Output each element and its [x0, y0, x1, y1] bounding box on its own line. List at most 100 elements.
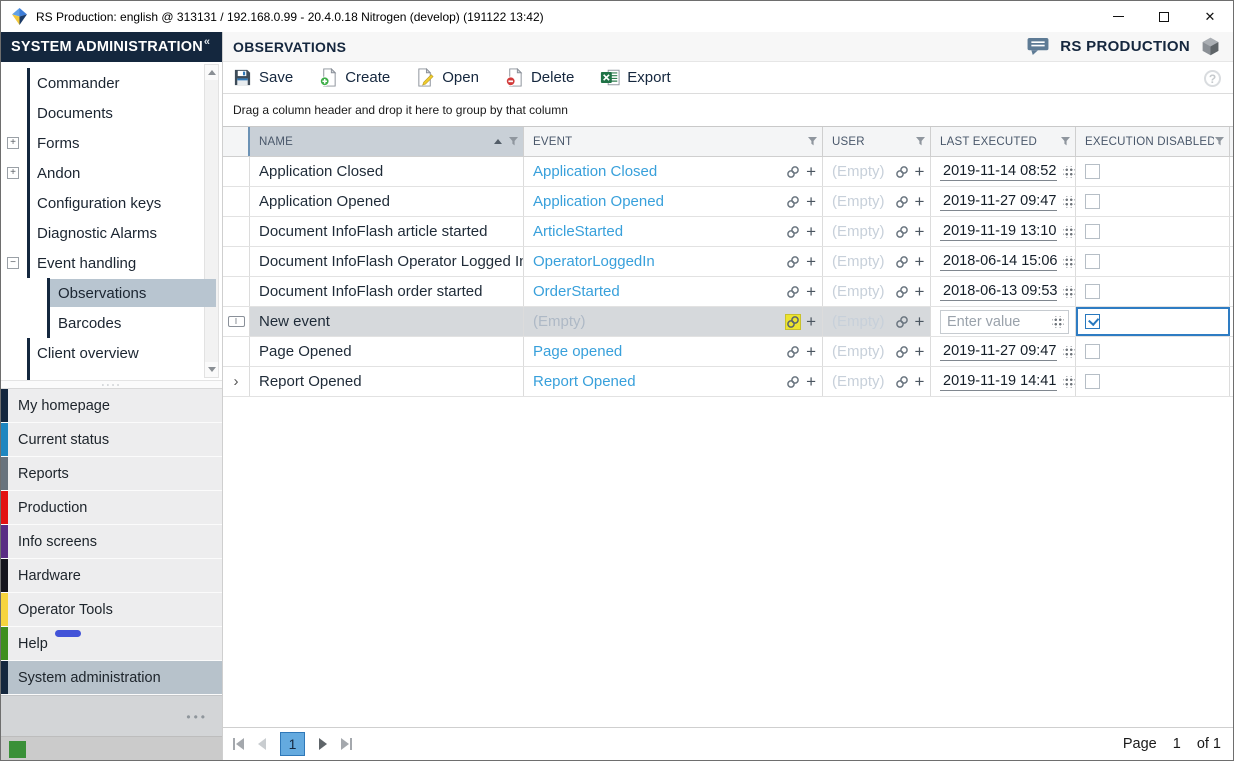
chat-icon[interactable] — [1026, 37, 1050, 56]
pager-last-button[interactable] — [341, 738, 352, 750]
checkbox-unchecked[interactable] — [1085, 284, 1100, 299]
name-cell[interactable]: Report Opened — [250, 367, 524, 396]
date-picker-icon[interactable] — [1063, 346, 1075, 358]
last-executed-cell[interactable]: 2019-11-19 13:10 — [931, 217, 1076, 246]
export-button[interactable]: Export — [600, 68, 670, 87]
panel-splitter[interactable]: ∙∙∙∙ — [1, 380, 222, 389]
last-executed-editor[interactable]: Enter value — [931, 307, 1076, 336]
checkbox-unchecked[interactable] — [1085, 194, 1100, 209]
date-picker-icon[interactable] — [1063, 166, 1075, 178]
open-button[interactable]: Open — [416, 68, 479, 87]
event-link[interactable]: Application Opened — [533, 193, 782, 210]
name-cell[interactable]: Application Opened — [250, 187, 524, 216]
table-row-selected[interactable]: I New event (Empty)+ (Empty)+ Enter valu… — [223, 307, 1233, 337]
column-header-name[interactable]: NAME — [250, 127, 524, 156]
add-icon[interactable]: + — [806, 315, 816, 329]
nav-item-reports[interactable]: Reports — [1, 457, 222, 491]
table-row[interactable]: Document InfoFlash order started OrderSt… — [223, 277, 1233, 307]
minimize-button[interactable] — [1095, 1, 1141, 32]
nav-item-current-status[interactable]: Current status — [1, 423, 222, 457]
scroll-down-icon[interactable] — [205, 362, 218, 377]
nav-item-hardware[interactable]: Hardware — [1, 559, 222, 593]
link-icon[interactable] — [786, 225, 800, 239]
nav-item-info-screens[interactable]: Info screens — [1, 525, 222, 559]
collapse-expand-icon[interactable]: − — [7, 257, 19, 269]
name-cell[interactable]: Document InfoFlash Operator Logged In — [250, 247, 524, 276]
nav-item-my-homepage[interactable]: My homepage — [1, 389, 222, 423]
tree-item-configuration-keys[interactable]: Configuration keys — [1, 188, 222, 218]
link-icon[interactable] — [895, 375, 909, 389]
pager-previous-button[interactable] — [258, 738, 266, 750]
overflow-ellipsis[interactable]: ••• — [186, 710, 208, 724]
add-icon[interactable]: + — [915, 315, 925, 329]
help-icon[interactable]: ? — [1204, 70, 1221, 87]
nav-item-production[interactable]: Production — [1, 491, 222, 525]
filter-icon[interactable] — [508, 136, 519, 147]
scroll-up-icon[interactable] — [205, 65, 218, 80]
link-icon[interactable] — [786, 345, 800, 359]
filter-icon[interactable] — [915, 136, 926, 147]
tree-item-forms[interactable]: +Forms — [1, 128, 222, 158]
tree-item-diagnostic-alarms[interactable]: Diagnostic Alarms — [1, 218, 222, 248]
column-header-event[interactable]: EVENT — [524, 127, 823, 156]
tree-scrollbar[interactable] — [204, 64, 219, 378]
link-icon[interactable] — [895, 315, 909, 329]
add-icon[interactable]: + — [915, 345, 925, 359]
table-row[interactable]: Application Closed Application Closed+ (… — [223, 157, 1233, 187]
name-cell[interactable]: New event — [250, 307, 524, 336]
add-icon[interactable]: + — [806, 165, 816, 179]
collapse-icon[interactable]: « — [204, 36, 210, 48]
nav-item-system-administration[interactable]: System administration — [1, 661, 222, 695]
column-header-user[interactable]: USER — [823, 127, 931, 156]
link-icon[interactable] — [786, 255, 800, 269]
link-icon[interactable] — [786, 165, 800, 179]
tree-item-observations[interactable]: Observations — [1, 278, 222, 308]
date-picker-icon[interactable] — [1063, 226, 1075, 238]
link-icon[interactable] — [895, 195, 909, 209]
nav-item-help[interactable]: Help — [1, 627, 222, 661]
last-executed-cell[interactable]: 2019-11-19 14:41 — [931, 367, 1076, 396]
add-icon[interactable]: + — [915, 195, 925, 209]
date-picker-icon[interactable] — [1063, 196, 1075, 208]
checkbox-unchecked[interactable] — [1085, 344, 1100, 359]
link-icon[interactable] — [895, 345, 909, 359]
link-icon[interactable] — [786, 285, 800, 299]
checkbox-unchecked[interactable] — [1085, 164, 1100, 179]
last-executed-cell[interactable]: 2019-11-14 08:52 — [931, 157, 1076, 186]
date-picker-icon[interactable] — [1052, 316, 1064, 328]
column-header-execution-disabled[interactable]: EXECUTION DISABLED — [1076, 127, 1230, 156]
event-link[interactable]: Report Opened — [533, 373, 782, 390]
add-icon[interactable]: + — [915, 285, 925, 299]
filter-icon[interactable] — [807, 136, 818, 147]
name-cell[interactable]: Document InfoFlash article started — [250, 217, 524, 246]
date-picker-icon[interactable] — [1063, 286, 1075, 298]
last-executed-cell[interactable]: 2019-11-27 09:47 — [931, 187, 1076, 216]
date-picker-icon[interactable] — [1063, 376, 1075, 388]
column-header-last-executed[interactable]: LAST EXECUTED — [931, 127, 1076, 156]
last-executed-cell[interactable]: 2018-06-13 09:53 — [931, 277, 1076, 306]
table-row[interactable]: Application Opened Application Opened+ (… — [223, 187, 1233, 217]
event-link[interactable]: OrderStarted — [533, 283, 782, 300]
name-cell[interactable]: Document InfoFlash order started — [250, 277, 524, 306]
add-icon[interactable]: + — [915, 165, 925, 179]
tree-item-commander[interactable]: Commander — [1, 68, 222, 98]
add-icon[interactable]: + — [915, 375, 925, 389]
add-icon[interactable]: + — [806, 285, 816, 299]
link-icon[interactable] — [786, 375, 800, 389]
last-executed-cell[interactable]: 2019-11-27 09:47 — [931, 337, 1076, 366]
table-row[interactable]: Document InfoFlash article started Artic… — [223, 217, 1233, 247]
table-row[interactable]: Page Opened Page opened+ (Empty)+ 2019-1… — [223, 337, 1233, 367]
tree-item-client-overview[interactable]: Client overview — [1, 338, 222, 368]
tree-item-event-handling[interactable]: −Event handling — [1, 248, 222, 278]
link-icon[interactable] — [895, 165, 909, 179]
checkbox-unchecked[interactable] — [1085, 224, 1100, 239]
close-button[interactable]: ✕ — [1187, 1, 1233, 32]
tree-item-andon[interactable]: +Andon — [1, 158, 222, 188]
add-icon[interactable]: + — [915, 255, 925, 269]
event-link[interactable]: OperatorLoggedIn — [533, 253, 782, 270]
link-icon[interactable] — [895, 225, 909, 239]
last-executed-cell[interactable]: 2018-06-14 15:06 — [931, 247, 1076, 276]
pager-next-button[interactable] — [319, 738, 327, 750]
tree-item-documents[interactable]: Documents — [1, 98, 222, 128]
save-button[interactable]: Save — [233, 68, 293, 87]
